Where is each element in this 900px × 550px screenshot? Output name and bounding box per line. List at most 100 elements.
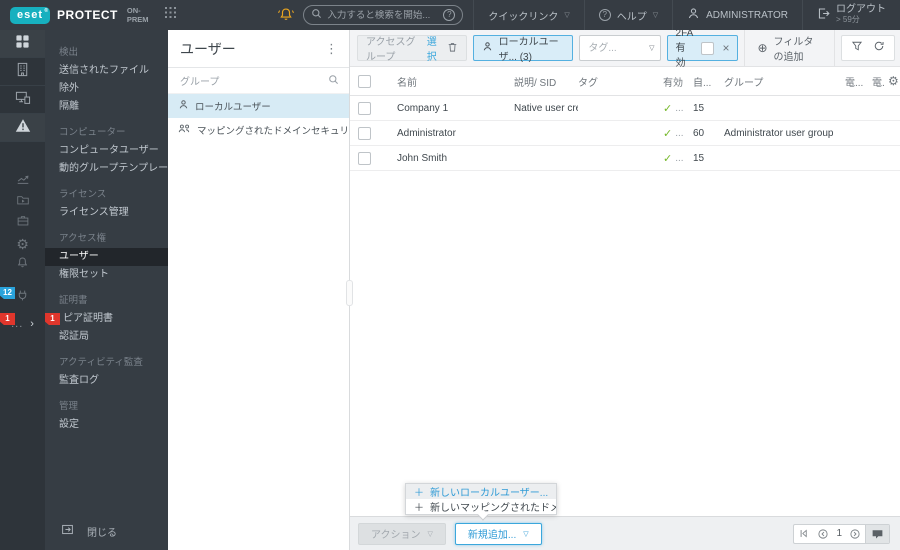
funnel-icon[interactable] <box>851 39 863 57</box>
table-row[interactable]: Company 1 Native user cre... ✓... 15 <box>350 96 900 121</box>
sidebar-item-permission-sets[interactable]: 権限セット <box>45 266 168 284</box>
cell-group: Administrator user group <box>724 127 834 139</box>
nav-more[interactable]: 1 ... › <box>0 311 45 337</box>
sidebar-item-settings[interactable]: 設定 <box>45 416 168 434</box>
panel-splitter-handle[interactable] <box>346 280 353 306</box>
table-row[interactable]: John Smith ✓... 15 <box>350 146 900 171</box>
group-search[interactable]: グループ <box>168 68 349 94</box>
next-page-button[interactable] <box>845 525 865 543</box>
add-filter-label: フィルタの追加 <box>773 37 814 63</box>
cell-description: Native user cre... <box>514 102 578 114</box>
alert-badge: 1 <box>45 313 60 325</box>
nav-policies[interactable]: ⚙ <box>0 233 45 254</box>
column-tags[interactable]: タグ <box>578 74 663 89</box>
column-auto-logout[interactable]: 自... <box>693 74 724 89</box>
page-number: 1 <box>836 528 842 539</box>
sidebar-item-exclusions[interactable]: 除外 <box>45 80 168 98</box>
sidebar-header-licenses: ライセンス <box>59 189 107 200</box>
sidebar-item-computer-users[interactable]: コンピュータユーザー <box>45 142 168 160</box>
search-help-icon[interactable]: ? <box>443 9 456 21</box>
enabled-check-icon: ✓ <box>663 102 673 115</box>
add-new-button[interactable]: 新規追加... ▽ <box>454 522 542 545</box>
briefcase-icon <box>16 214 30 232</box>
add-new-popup-menu: ＋ 新しいローカルユーザー... ＋ 新しいマッピングされたドメイ... <box>405 483 557 521</box>
column-description-sid[interactable]: 説明/ SID <box>514 74 578 89</box>
actions-button[interactable]: アクション ▽ <box>358 522 446 545</box>
access-group-label: アクセスグループ <box>366 37 416 63</box>
brand: eset ® PROTECT ON-PREM <box>0 6 177 24</box>
notification-bell-button[interactable] <box>269 0 303 30</box>
feedback-bubble-button[interactable] <box>865 524 889 543</box>
sidebar-item-certification-authorities[interactable]: 認証局 <box>45 328 168 346</box>
access-group-filter-chip[interactable]: アクセスグループ 選択 <box>357 33 467 63</box>
menu-item-new-local-user[interactable]: ＋ 新しいローカルユーザー... <box>406 484 556 499</box>
nav-dashboard[interactable] <box>0 30 45 58</box>
row-checkbox[interactable] <box>358 126 371 140</box>
nav-status-overview[interactable]: 12 <box>0 285 45 311</box>
alert-badge: 1 <box>0 313 15 325</box>
add-filter-button[interactable]: ⊕ フィルタの追加 <box>744 29 835 67</box>
sidebar-header-audit: アクティビティ監査 <box>59 357 143 368</box>
chevron-down-icon: ▽ <box>564 12 570 19</box>
quick-links-menu[interactable]: クイックリンク ▽ <box>473 0 583 30</box>
table-row[interactable]: Administrator ✓... 60 Administrator user… <box>350 121 900 146</box>
panel-menu-icon[interactable]: ⋮ <box>325 41 339 57</box>
local-users-filter-chip[interactable]: ローカルユーザ... (3) <box>472 35 574 63</box>
sidebar-item-quarantine[interactable]: 隔離 <box>45 98 168 116</box>
nav-tasks[interactable] <box>0 191 45 212</box>
sidebar-item-dynamic-group-templates[interactable]: 動的グループテンプレート <box>45 160 168 178</box>
nav-computers[interactable] <box>0 58 45 86</box>
username-label: ADMINISTRATOR <box>706 9 788 21</box>
row-checkbox[interactable] <box>358 101 371 115</box>
logout-button[interactable]: ログアウト > 59分 <box>802 0 900 30</box>
user-icon <box>687 7 700 23</box>
column-phone[interactable]: 電. <box>872 74 888 89</box>
help-menu[interactable]: ? ヘルプ ▽ <box>583 0 672 30</box>
collapse-sidebar-button[interactable]: 閉じる <box>45 520 168 542</box>
bell-icon <box>16 256 29 274</box>
search-box[interactable]: ? <box>303 5 464 25</box>
warning-triangle-icon <box>15 118 31 138</box>
sidebar-item-users[interactable]: ユーザー <box>45 248 168 266</box>
sidebar-header-admin: 管理 <box>59 401 79 412</box>
app-launcher-icon[interactable] <box>164 6 177 24</box>
sidebar-item-peer-certificates[interactable]: 1 ピア証明書 <box>45 310 168 328</box>
local-users-chip-label: ローカルユーザ... (3) <box>498 37 559 63</box>
sidebar-header-computers: コンピューター <box>59 127 126 138</box>
chevron-down-icon[interactable]: ▽ <box>649 44 654 52</box>
nav-devices[interactable] <box>0 86 45 114</box>
select-all-checkbox[interactable] <box>358 74 371 88</box>
sidebar-item-license-management[interactable]: ライセンス管理 <box>45 204 168 222</box>
user-icon <box>178 99 189 113</box>
user-menu[interactable]: ADMINISTRATOR <box>672 0 802 30</box>
nav-installers[interactable] <box>0 212 45 233</box>
trash-icon[interactable] <box>447 41 458 56</box>
row-checkbox[interactable] <box>358 151 371 165</box>
eset-logo: eset ® <box>10 6 51 24</box>
column-group[interactable]: グループ <box>724 74 845 89</box>
nav-detections[interactable] <box>0 114 45 142</box>
group-item-mapped-domain-security-groups[interactable]: マッピングされたドメインセキュリティグル... <box>168 118 349 142</box>
tfa-checkbox[interactable] <box>701 41 715 55</box>
column-email[interactable]: 電... <box>845 74 872 89</box>
nav-reports[interactable] <box>0 170 45 191</box>
tfa-filter-chip[interactable]: 2FA有効 × <box>666 28 739 69</box>
search-input[interactable] <box>327 9 439 21</box>
column-name[interactable]: 名前 <box>390 74 514 89</box>
pagination: 1 <box>793 523 890 544</box>
cell-name: Administrator <box>397 127 456 139</box>
previous-page-button[interactable] <box>813 525 833 543</box>
nav-notifications[interactable] <box>0 254 45 275</box>
column-settings-gear-icon[interactable]: ⚙ <box>888 74 900 88</box>
first-page-button[interactable] <box>794 525 813 543</box>
topbar-right: ? クイックリンク ▽ ? ヘルプ ▽ ADMINISTRATOR <box>269 0 900 30</box>
close-icon[interactable]: × <box>722 41 729 55</box>
group-item-local-users[interactable]: ローカルユーザー <box>168 94 349 118</box>
access-group-select-link[interactable]: 選択 <box>427 33 441 63</box>
edition-label: ON-PREM <box>126 6 149 24</box>
sidebar-item-audit-log[interactable]: 監査ログ <box>45 372 168 390</box>
column-enabled[interactable]: 有効 <box>663 74 693 89</box>
users-table-body: Company 1 Native user cre... ✓... 15 Adm… <box>350 96 900 171</box>
sidebar-item-submitted-files[interactable]: 送信されたファイル <box>45 62 168 80</box>
refresh-icon[interactable] <box>873 39 885 57</box>
